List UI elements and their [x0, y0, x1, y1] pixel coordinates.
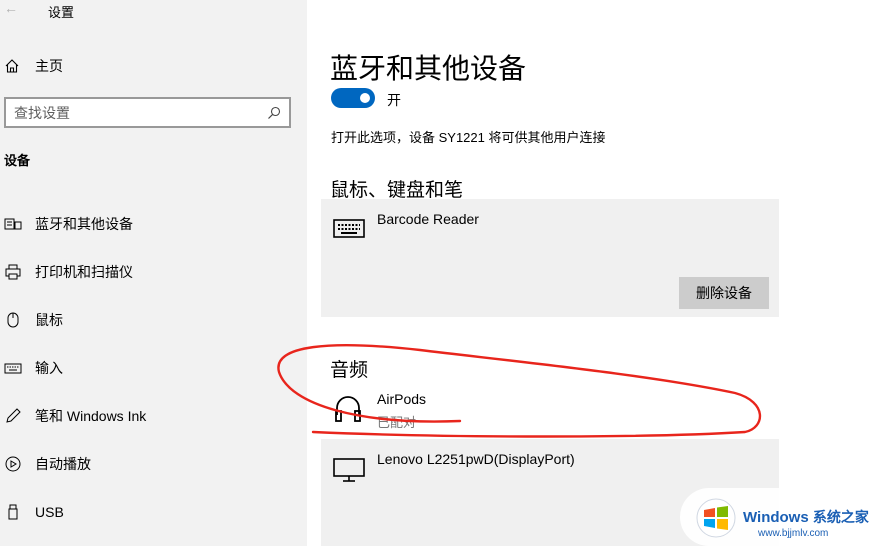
sidebar-item-label: 鼠标 [35, 312, 63, 328]
sidebar-item-usb[interactable]: USB [0, 488, 307, 536]
windows-logo-icon [696, 498, 736, 538]
remove-device-button[interactable]: 删除设备 [679, 277, 769, 309]
sidebar-item-printers[interactable]: 打印机和扫描仪 [0, 248, 307, 296]
sidebar-item-label: 输入 [35, 360, 63, 376]
group-label: 设备 [4, 153, 31, 168]
sidebar-nav: 蓝牙和其他设备 打印机和扫描仪 鼠标 输入 笔和 Windows Ink 自动播… [0, 200, 307, 536]
device-row-airpods[interactable]: AirPods 已配对 [321, 384, 779, 432]
sidebar-item-label: 笔和 Windows Ink [35, 408, 147, 424]
sidebar-item-bluetooth[interactable]: 蓝牙和其他设备 [0, 200, 307, 248]
usb-icon [4, 503, 22, 521]
watermark-brand: Windows 系统之家 [743, 509, 869, 526]
watermark-url: www.bjjmlv.com [758, 528, 829, 539]
sidebar-item-label: 打印机和扫描仪 [35, 264, 133, 280]
sidebar-item-label: 自动播放 [35, 456, 91, 472]
mouse-icon [4, 311, 22, 329]
sidebar-item-typing[interactable]: 输入 [0, 344, 307, 392]
device-name: AirPods [377, 391, 427, 407]
toggle-label: 开 [387, 92, 401, 108]
sidebar-item-label: 主页 [35, 58, 63, 74]
keyboard-icon [333, 219, 365, 238]
page-title: 蓝牙和其他设备 [330, 53, 527, 84]
pen-icon [4, 407, 22, 425]
discoverable-description: 打开此选项，设备 SY1221 将可供其他用户连接 [331, 130, 606, 145]
sidebar-item-label: USB [35, 504, 64, 520]
autoplay-icon [4, 455, 22, 473]
bluetooth-toggle[interactable] [331, 88, 375, 108]
app-title: 设置 [48, 5, 75, 20]
device-status: 已配对 [377, 415, 417, 430]
home-icon [5, 59, 19, 73]
headphones-icon [335, 396, 361, 422]
sidebar-item-pen[interactable]: 笔和 Windows Ink [0, 392, 307, 440]
sidebar-item-home[interactable]: 主页 [4, 56, 63, 76]
sidebar-item-mouse[interactable]: 鼠标 [0, 296, 307, 344]
bluetooth-devices-icon [4, 215, 22, 233]
back-arrow-icon[interactable]: ← [4, 0, 18, 16]
section-title-audio: 音频 [330, 360, 369, 381]
main-content: 蓝牙和其他设备 开 打开此选项，设备 SY1221 将可供其他用户连接 鼠标、键… [307, 0, 880, 546]
device-name: Barcode Reader [377, 211, 479, 227]
keyboard-icon [4, 359, 22, 377]
device-card-barcode-reader[interactable]: Barcode Reader 删除设备 [321, 199, 779, 317]
search-box[interactable] [4, 97, 291, 128]
search-icon[interactable] [267, 106, 281, 120]
sidebar-item-label: 蓝牙和其他设备 [35, 216, 133, 232]
search-input[interactable] [14, 104, 267, 121]
section-title-input-devices: 鼠标、键盘和笔 [330, 180, 464, 201]
sidebar: ← 设置 主页 设备 蓝牙和其他设备 打印机和扫描仪 鼠标 输入 笔和 Wind… [0, 0, 307, 546]
device-name: Lenovo L2251pwD(DisplayPort) [377, 451, 575, 467]
sidebar-item-autoplay[interactable]: 自动播放 [0, 440, 307, 488]
site-watermark: Windows 系统之家 www.bjjmlv.com [680, 488, 880, 546]
printer-icon [4, 263, 22, 281]
monitor-icon [333, 458, 365, 482]
